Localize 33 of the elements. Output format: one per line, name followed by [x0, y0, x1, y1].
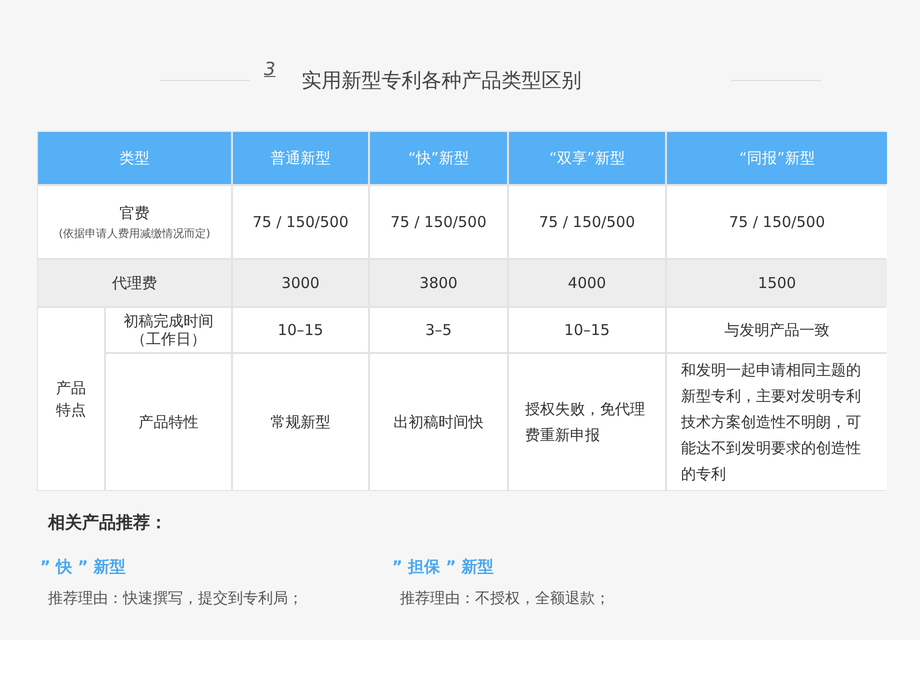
section-number: 3	[264, 58, 276, 82]
recommendation-reason: 推荐理由：快速撰写，提交到专利局；	[48, 588, 304, 608]
product-link[interactable]: ” 快 ” 新型	[40, 554, 392, 578]
table-cell: 75 / 150/500	[509, 186, 665, 258]
table-cell: 1500	[667, 260, 887, 306]
table-cell: 与发明产品一致	[667, 308, 887, 352]
table-cell: 授权失败，免代理费重新申报	[509, 354, 665, 490]
table-cell: 75 / 150/500	[233, 186, 368, 258]
section-title: 实用新型专利各种产品类型区别	[301, 67, 582, 94]
column-header: 类型	[38, 132, 231, 184]
row-header: 产品特性	[106, 354, 231, 490]
recommendations-heading: 相关产品推荐：	[48, 512, 168, 535]
table-cell: 10–15	[233, 308, 368, 352]
column-header: 普通新型	[233, 132, 368, 184]
table-cell: 3800	[370, 260, 507, 306]
column-header: “快”新型	[370, 132, 507, 184]
row-header: 官费 (依据申请人费用减缴情况而定)	[38, 186, 231, 258]
table-cell: 10–15	[509, 308, 665, 352]
column-header: “双享”新型	[509, 132, 665, 184]
table-cell: 3000	[233, 260, 368, 306]
table-cell: 4000	[509, 260, 665, 306]
row-header: 初稿完成时间 （工作日）	[106, 308, 231, 352]
table-cell: 75 / 150/500	[667, 186, 887, 258]
group-header: 产品特点	[38, 308, 104, 490]
column-header: “同报”新型	[667, 132, 887, 184]
table-cell: 75 / 150/500	[370, 186, 507, 258]
recommendation-reason: 推荐理由：不授权，全额退款；	[400, 588, 611, 608]
row-header: 代理费	[38, 260, 231, 306]
table-cell: 出初稿时间快	[370, 354, 507, 490]
product-link[interactable]: ” 担保 ” 新型	[392, 554, 744, 578]
table-cell: 3–5	[370, 308, 507, 352]
table-cell: 和发明一起申请相同主题的新型专利，主要对发明专利技术方案创造性不明朗，可能达不到发明要求的创造性的专利	[667, 354, 887, 490]
table-cell: 常规新型	[233, 354, 368, 490]
